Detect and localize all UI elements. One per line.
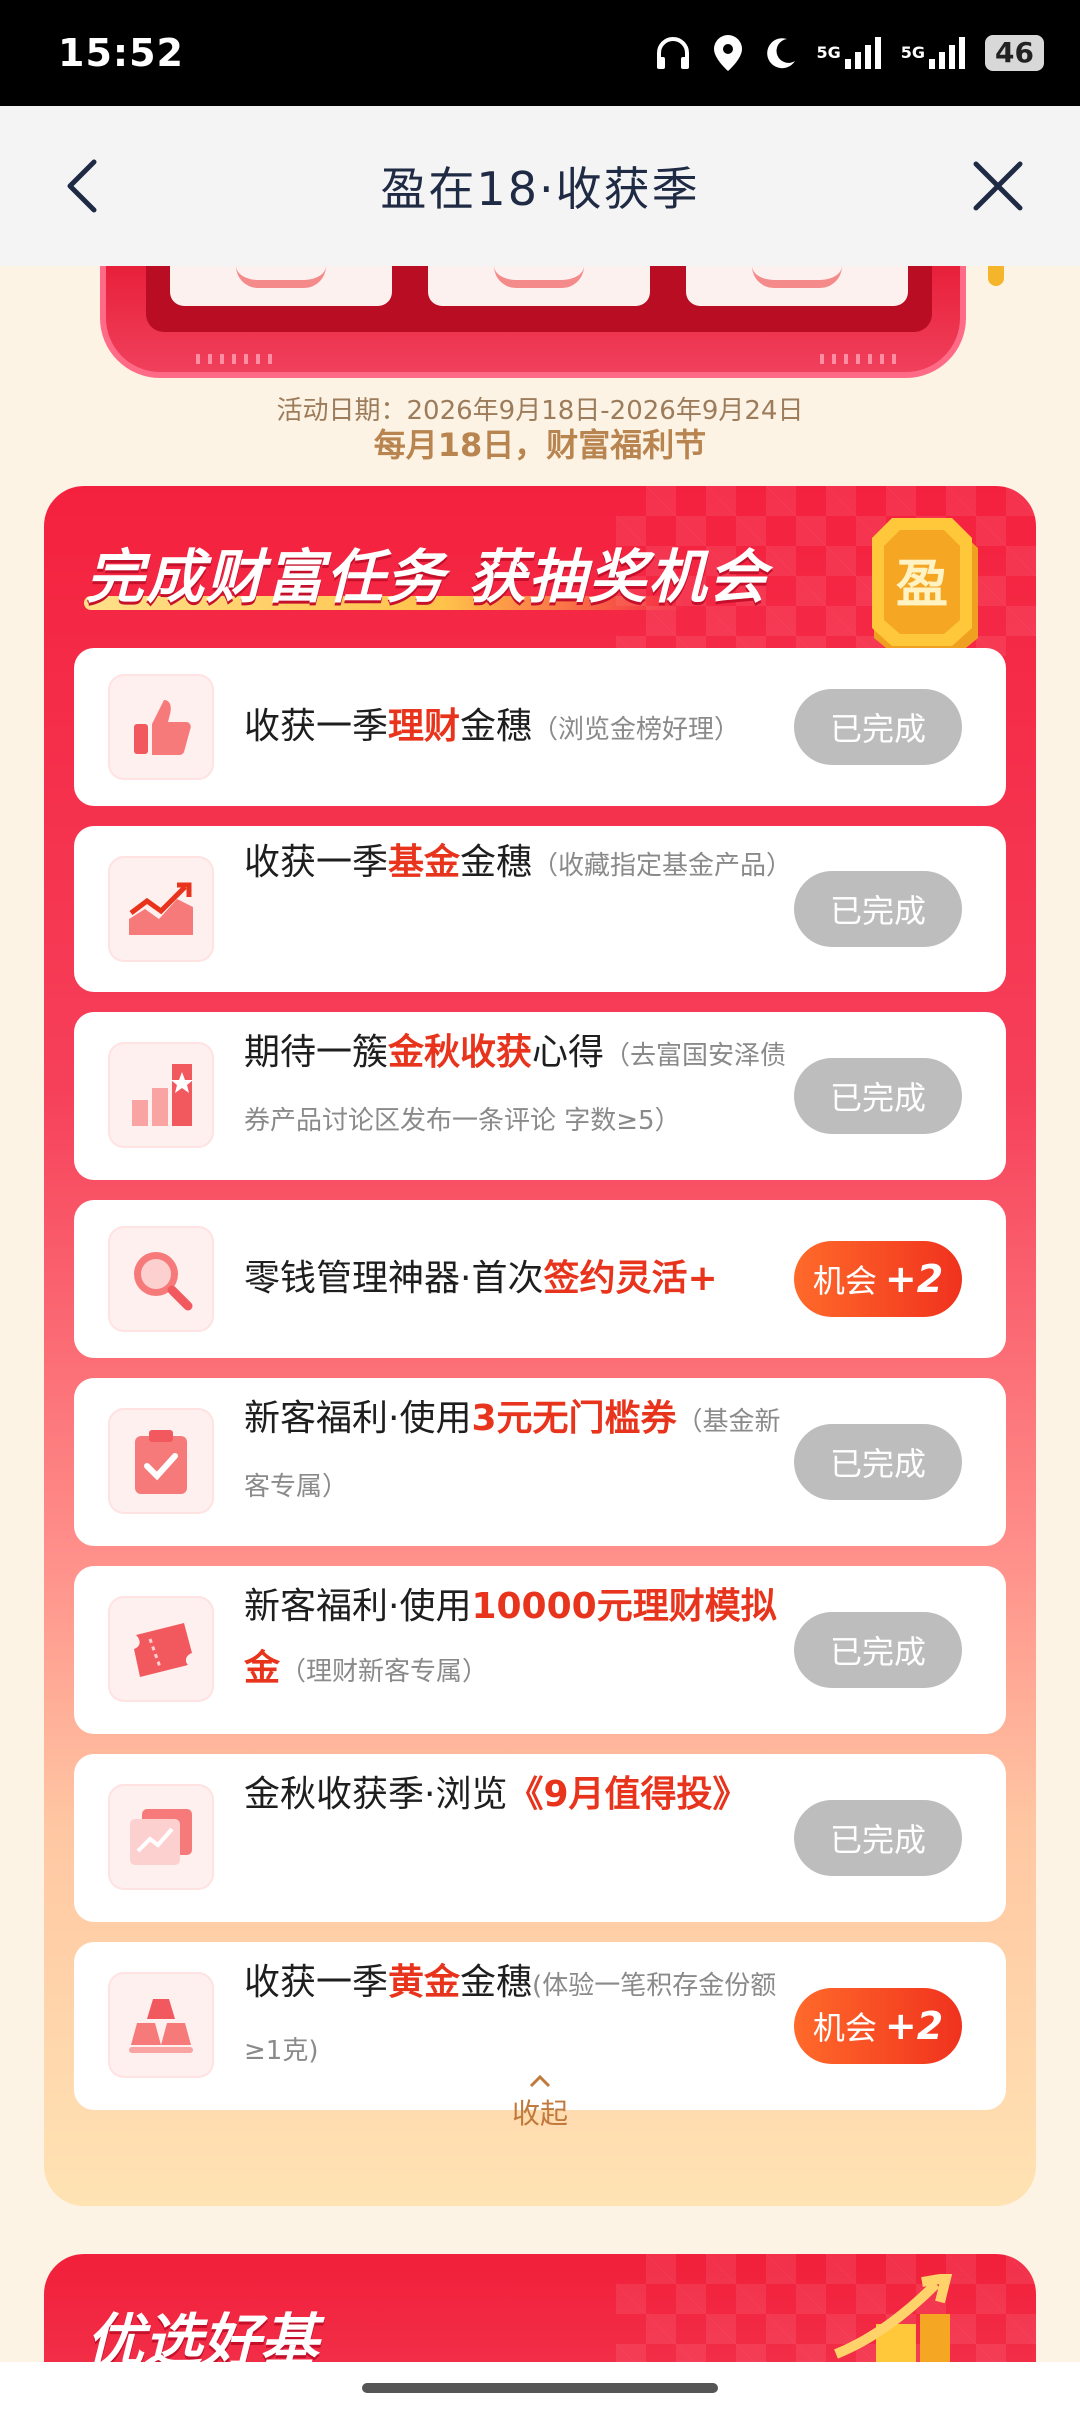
task-text: 零钱管理神器·首次签约灵活+ [244, 1248, 844, 1310]
chance-label: 机会 [812, 2009, 877, 2047]
task-note: （收藏指定基金产品） [532, 851, 793, 881]
task-highlight: 基金 [388, 842, 461, 883]
task-card: 新客福利·使用3元无门槛券（基金新客专属） 已完成 [74, 1378, 1006, 1546]
task-completed-button[interactable]: 已完成 [794, 1424, 962, 1500]
thumbs-up-icon [108, 674, 214, 780]
magnifier-icon [108, 1226, 214, 1332]
chance-bonus: +2 [884, 2004, 944, 2048]
nav-bar: 盈在18·收获季 [0, 106, 1080, 266]
prize-card[interactable] [686, 266, 908, 306]
prize-decoration [236, 266, 326, 288]
task-text: 金秋收获季·浏览《9月值得投》 [244, 1764, 764, 1826]
task-chance-button[interactable]: 机会 +2 [794, 1988, 962, 2064]
prize-card[interactable] [428, 266, 650, 306]
banner-frame [146, 266, 932, 332]
task-note: （理财新客专属） [280, 1657, 489, 1687]
task-card: 期待一簇金秋收获心得（去富国安泽债券产品讨论区发布一条评论 字数≥5） 已完成 [74, 1012, 1006, 1180]
collapse-button[interactable]: 收起 [44, 2074, 1036, 2132]
task-prefix: 新客福利·使用 [244, 1398, 472, 1439]
task-prefix: 收获一季 [244, 842, 389, 883]
task-prefix: 收获一季 [244, 706, 389, 747]
task-suffix: 心得 [532, 1032, 605, 1073]
task-card: 零钱管理神器·首次签约灵活+ 机会 +2 [74, 1200, 1006, 1358]
task-prefix: 期待一簇 [244, 1032, 389, 1073]
page-title: 盈在18·收获季 [380, 162, 700, 216]
task-completed-button[interactable]: 已完成 [794, 689, 962, 765]
task-card: 新客福利·使用10000元理财模拟金（理财新客专属） 已完成 [74, 1566, 1006, 1734]
banner-stripes [820, 354, 900, 364]
lottery-banner [100, 266, 966, 378]
task-card: 金秋收获季·浏览《9月值得投》 已完成 [74, 1754, 1006, 1922]
task-suffix: 金穗 [460, 842, 533, 883]
task-completed-button[interactable]: 已完成 [794, 1800, 962, 1876]
task-highlight: 黄金 [388, 1962, 461, 2003]
status-time: 15:52 [58, 31, 184, 75]
task-panel: 完成财富任务 获抽奖机会 盈 收获一季理财金穗（浏览金榜好理） 已完成 收获一季… [44, 486, 1036, 2206]
task-chance-button[interactable]: 机会 +2 [794, 1241, 962, 1317]
task-highlight: 签约灵活+ [543, 1258, 718, 1299]
clipboard-check-icon [108, 1408, 214, 1514]
collapse-label: 收起 [511, 2097, 568, 2130]
chevron-left-icon[interactable] [56, 156, 116, 216]
gold-bars-icon [108, 1972, 214, 2078]
task-card: 收获一季理财金穗（浏览金榜好理） 已完成 [74, 648, 1006, 806]
signal-type-label: 5G [816, 43, 841, 62]
task-completed-button[interactable]: 已完成 [794, 871, 962, 947]
battery-icon: 46 [985, 35, 1044, 71]
signal-icon: 5G [817, 35, 883, 71]
chevron-up-icon [529, 2074, 551, 2088]
task-card: 收获一季基金金穗（收藏指定基金产品） 已完成 [74, 826, 1006, 992]
signal-type-label: 5G [900, 43, 926, 62]
location-icon [711, 33, 745, 73]
gold-decoration [988, 266, 1004, 286]
prize-card[interactable] [170, 266, 392, 306]
ticket-icon [108, 1596, 214, 1702]
banner-stripes [196, 354, 276, 364]
task-prefix: 收获一季 [244, 1962, 389, 2003]
coin-icon: 盈 [866, 508, 986, 658]
task-text: 收获一季基金金穗（收藏指定基金产品） [244, 832, 804, 897]
task-text: 收获一季黄金金穗(体验一笔积存金份额≥1克) [244, 1952, 804, 2082]
prize-decoration [494, 266, 584, 288]
prize-decoration [752, 266, 842, 288]
moon-icon [763, 35, 799, 71]
chance-bonus: +2 [884, 1257, 944, 1301]
task-highlight: 理财 [388, 706, 461, 747]
task-prefix: 新客福利·使用 [244, 1586, 472, 1627]
task-highlight: 金秋收获 [388, 1032, 533, 1073]
activity-slogan: 每月18日，财富福利节 [373, 426, 707, 464]
growth-arrow-icon [834, 2274, 953, 2374]
status-icons: 5G 5G 46 [653, 33, 1044, 73]
task-prefix: 金秋收获季·浏览 [244, 1774, 508, 1815]
task-panel-title: 完成财富任务 获抽奖机会 [86, 543, 769, 611]
status-bar: 15:52 5G 5G 46 [0, 0, 1080, 106]
task-suffix: 金穗 [460, 706, 533, 747]
task-highlight: 3元无门槛券 [471, 1398, 677, 1439]
headphones-icon [653, 33, 693, 73]
task-completed-button[interactable]: 已完成 [794, 1612, 962, 1688]
chance-label: 机会 [812, 1262, 877, 1300]
trend-chart-icon [108, 856, 214, 962]
task-text: 期待一簇金秋收获心得（去富国安泽债券产品讨论区发布一条评论 字数≥5） [244, 1022, 804, 1152]
close-icon[interactable] [968, 156, 1028, 216]
task-text: 新客福利·使用3元无门槛券（基金新客专属） [244, 1388, 804, 1518]
task-text: 收获一季理财金穗（浏览金榜好理） [244, 696, 804, 761]
task-completed-button[interactable]: 已完成 [794, 1058, 962, 1134]
task-text: 新客福利·使用10000元理财模拟金（理财新客专属） [244, 1576, 784, 1703]
ranking-chart-icon [108, 1042, 214, 1148]
task-prefix: 零钱管理神器·首次 [244, 1258, 544, 1299]
coin-character: 盈 [896, 555, 948, 615]
growth-card-icon [108, 1784, 214, 1890]
task-note: （浏览金榜好理） [532, 715, 741, 745]
signal-icon: 5G [901, 35, 967, 71]
task-highlight: 《9月值得投》 [507, 1774, 749, 1815]
home-indicator[interactable] [362, 2383, 718, 2393]
task-suffix: 金穗 [460, 1962, 533, 2003]
